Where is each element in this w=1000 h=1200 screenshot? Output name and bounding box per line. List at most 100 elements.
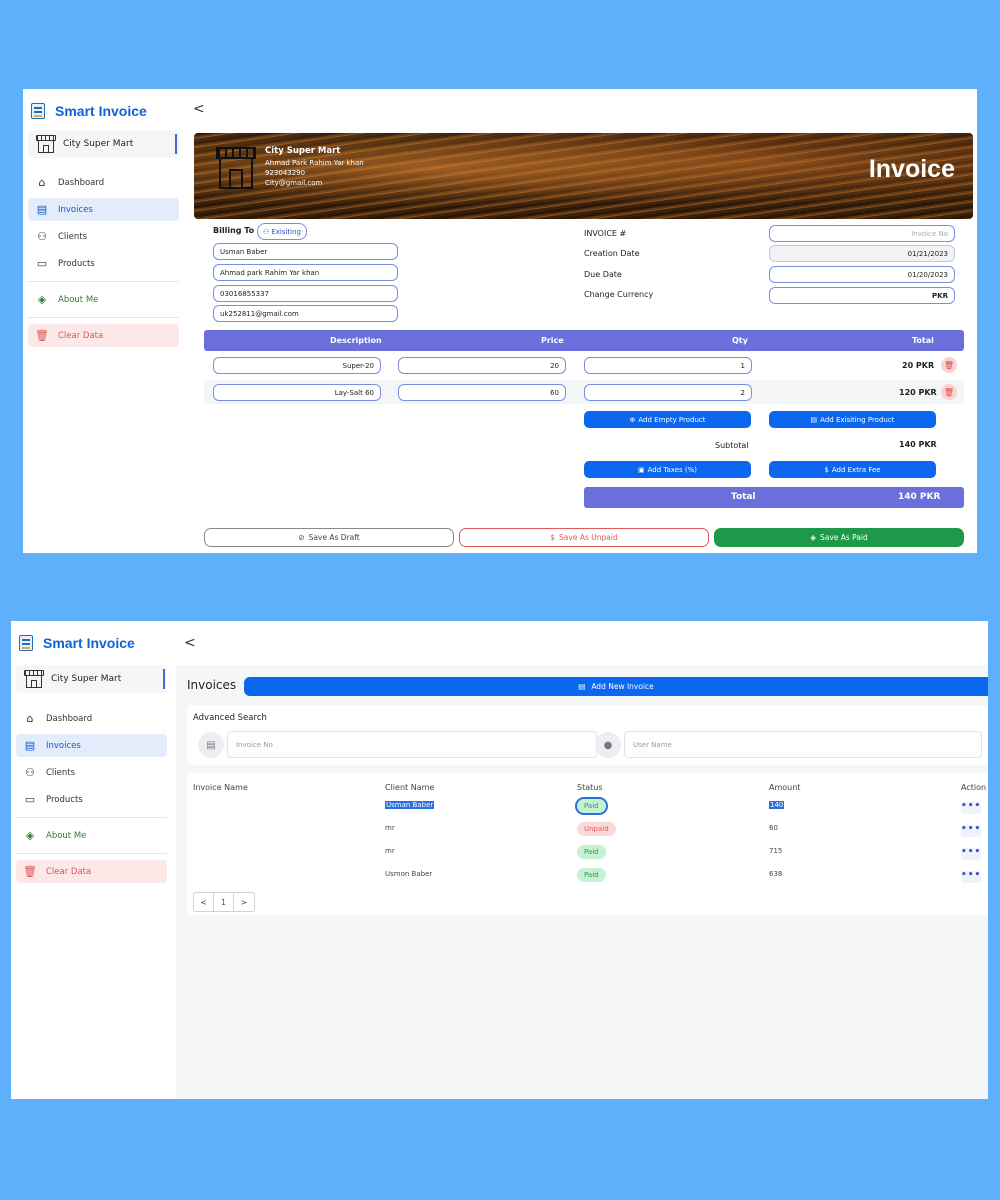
- store-selector[interactable]: City Super Mart: [28, 130, 179, 158]
- item-total: 120 PKR: [899, 388, 937, 397]
- sidebar-item-label: Clients: [46, 767, 76, 778]
- brand[interactable]: Smart Invoice: [19, 635, 135, 651]
- client-name-field[interactable]: Usman Baber: [213, 243, 398, 260]
- col-price: Price: [541, 336, 564, 345]
- creation-date-field[interactable]: 01/21/2023: [769, 245, 955, 262]
- col-invoice-name: Invoice Name: [193, 783, 248, 792]
- invoice-banner: City Super Mart Ahmad Park Rahim Yar kha…: [194, 133, 973, 219]
- client-address-field[interactable]: Ahmad park Rahim Yar khan: [213, 264, 398, 281]
- more-actions-button[interactable]: •••: [961, 802, 981, 814]
- sidebar-item-clients[interactable]: ⚇ Clients: [28, 225, 179, 248]
- active-indicator: [175, 134, 177, 154]
- add-extra-fee-button[interactable]: $ Add Extra Fee: [769, 461, 936, 478]
- sidebar-item-dashboard[interactable]: ⌂ Dashboard: [16, 707, 167, 730]
- col-description: Description: [330, 336, 382, 345]
- col-qty: Qty: [732, 336, 748, 345]
- app-name: Smart Invoice: [55, 103, 147, 119]
- status-badge: Paid: [577, 845, 606, 859]
- client-email-field[interactable]: uk252811@gmail.com: [213, 305, 398, 322]
- add-new-label: Add New Invoice: [591, 682, 654, 691]
- collapse-sidebar-button[interactable]: <: [184, 635, 196, 651]
- user-name-search-input[interactable]: User Name: [624, 731, 982, 758]
- item-price-input[interactable]: 20: [398, 357, 566, 374]
- item-qty-input[interactable]: 2: [584, 384, 752, 401]
- check-circle-icon: ⊘: [298, 533, 305, 542]
- sidebar-item-about[interactable]: ◈ About Me: [16, 824, 167, 847]
- user-plus-icon: ⚇: [263, 227, 270, 236]
- sidebar-item-invoices[interactable]: ▤ Invoices: [28, 198, 179, 221]
- prev-page-button[interactable]: <: [194, 893, 214, 911]
- due-date-field[interactable]: 01/20/2023: [769, 266, 955, 283]
- add-taxes-label: Add Taxes (%): [647, 465, 698, 474]
- sidebar-item-label: About Me: [58, 294, 99, 305]
- page-1-button[interactable]: 1: [214, 893, 234, 911]
- store-icon: [216, 147, 256, 191]
- clear-data-button[interactable]: 🗑 Clear Data: [16, 860, 167, 883]
- sidebar-item-products[interactable]: ▭ Products: [16, 788, 167, 811]
- store-info: City Super Mart Ahmad Park Rahim Yar kha…: [265, 146, 364, 188]
- save-unpaid-label: Save As Unpaid: [559, 533, 618, 542]
- add-taxes-button[interactable]: ▣ Add Taxes (%): [584, 461, 751, 478]
- item-description-input[interactable]: Super-20: [213, 357, 381, 374]
- total-label: Total: [731, 492, 756, 502]
- delete-item-button[interactable]: 🗑: [941, 384, 957, 400]
- delete-item-button[interactable]: 🗑: [941, 357, 957, 373]
- sidebar-item-about[interactable]: ◈ About Me: [28, 288, 179, 311]
- banner-address: Ahmad Park Rahim Yar khan: [265, 159, 364, 167]
- invoice-no-search-input[interactable]: Invoice No: [227, 731, 597, 758]
- sidebar-item-label: Dashboard: [58, 177, 105, 188]
- banner-title: Invoice: [868, 155, 955, 183]
- active-indicator: [163, 669, 165, 689]
- invoice-number-input[interactable]: Invoice No: [769, 225, 955, 242]
- add-existing-product-button[interactable]: ▤ Add Exisiting Product: [769, 411, 936, 428]
- user-plus-icon: ⚇: [37, 230, 47, 243]
- home-icon: ⌂: [26, 712, 34, 725]
- sidebar-item-invoices[interactable]: ▤ Invoices: [16, 734, 167, 757]
- save-draft-button[interactable]: ⊘ Save As Draft: [204, 528, 454, 547]
- item-description-input[interactable]: Lay-Salt 60: [213, 384, 381, 401]
- sidebar-item-dashboard[interactable]: ⌂ Dashboard: [28, 171, 179, 194]
- more-actions-button[interactable]: •••: [961, 848, 981, 860]
- document-icon: ▤: [36, 203, 48, 216]
- save-paid-button[interactable]: ◈ Save As Paid: [714, 528, 964, 547]
- amount-cell: 60: [769, 824, 778, 832]
- trash-icon: 🗑: [23, 865, 37, 878]
- item-price-input[interactable]: 60: [398, 384, 566, 401]
- next-page-button[interactable]: >: [234, 893, 254, 911]
- advanced-search-panel: Advanced Search ▤ Invoice No ● User Name: [187, 705, 988, 765]
- user-plus-icon: ⚇: [25, 766, 35, 779]
- store-selector[interactable]: City Super Mart: [16, 665, 167, 693]
- brand[interactable]: Smart Invoice: [31, 103, 147, 119]
- status-badge: Paid: [577, 868, 606, 882]
- pagination: < 1 >: [193, 892, 255, 912]
- sidebar-item-clients[interactable]: ⚇ Clients: [16, 761, 167, 784]
- save-draft-label: Save As Draft: [308, 533, 360, 542]
- add-new-invoice-button[interactable]: ▤ Add New Invoice: [244, 677, 988, 696]
- clear-data-button[interactable]: 🗑 Clear Data: [28, 324, 179, 347]
- total-bar: Total 140 PKR: [584, 487, 964, 508]
- item-qty-input[interactable]: 1: [584, 357, 752, 374]
- collapse-sidebar-button[interactable]: <: [193, 101, 205, 117]
- more-actions-button[interactable]: •••: [961, 825, 981, 837]
- store-name: City Super Mart: [63, 139, 134, 149]
- sidebar-item-label: Products: [46, 794, 83, 805]
- status-badge: Paid: [575, 797, 608, 815]
- col-action: Action: [961, 783, 987, 792]
- save-unpaid-button[interactable]: $ Save As Unpaid: [459, 528, 709, 547]
- client-phone-field[interactable]: 03016855337: [213, 285, 398, 302]
- add-empty-product-button[interactable]: ⊕ Add Empty Product: [584, 411, 751, 428]
- existing-client-button[interactable]: ⚇ Exisiting: [257, 223, 307, 240]
- shield-check-icon: ◈: [37, 293, 47, 306]
- currency-select[interactable]: PKR: [769, 287, 955, 304]
- document-icon: ▤: [578, 682, 586, 691]
- add-existing-label: Add Exisiting Product: [820, 415, 895, 424]
- item-total: 20 PKR: [902, 361, 935, 370]
- client-name-cell: mr: [385, 847, 395, 855]
- amount-cell: 715: [769, 847, 783, 855]
- sidebar-item-products[interactable]: ▭ Products: [28, 252, 179, 275]
- sidebar: Smart Invoice City Super Mart ⌂ Dashboard…: [23, 89, 188, 553]
- due-date-label: Due Date: [584, 270, 622, 279]
- sidebar-item-label: Invoices: [58, 204, 93, 215]
- sidebar-nav: ⌂ Dashboard ▤ Invoices ⚇ Clients ▭ Products …: [28, 171, 179, 351]
- more-actions-button[interactable]: •••: [961, 871, 981, 883]
